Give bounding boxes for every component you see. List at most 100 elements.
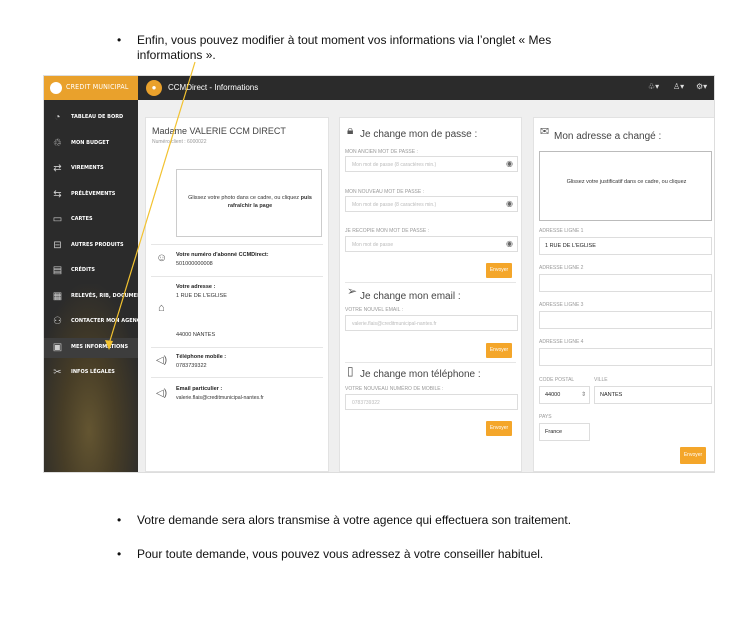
sidebar-item[interactable]: ◔ TABLEAU DE BORD xyxy=(44,108,138,128)
client-number: Numéro client : 6000022 xyxy=(152,139,207,145)
address-line2-label: ADRESSE LIGNE 2 xyxy=(539,265,584,271)
mobile-label: Téléphone mobile : xyxy=(176,354,227,360)
confirm-password-placeholder: Mon mot de passe xyxy=(352,242,394,248)
sidebar-item[interactable]: ✂ INFOS LÉGALES xyxy=(44,363,138,383)
phone-submit-button[interactable]: Envoyer xyxy=(486,421,512,436)
sidebar-item-label: AUTRES PRODUITS xyxy=(71,241,124,248)
postal-code-input[interactable]: 44000 ⇕ xyxy=(539,386,590,404)
sidebar-item[interactable]: ♲ MON BUDGET xyxy=(44,134,138,154)
country-input[interactable]: France xyxy=(539,423,590,441)
page-title: CCMDirect - Informations xyxy=(168,83,259,92)
old-password-input[interactable]: Mon mot de passe (8 caractères min.) ◉ xyxy=(345,156,518,172)
debit-icon: ⇆ xyxy=(53,188,62,200)
sidebar-item[interactable]: ⊟ AUTRES PRODUITS xyxy=(44,236,138,256)
sidebar-item[interactable]: ▣ MES INFORMATIONS xyxy=(44,337,138,358)
address-line2-input[interactable] xyxy=(539,274,712,292)
top-bar: ● CCMDirect - Informations ♧▾ ♙▾ ⚙▾ xyxy=(138,76,714,100)
new-email-placeholder: valerie.flais@creditmunicipal-nantes.fr xyxy=(352,321,437,327)
bullet-dot: • xyxy=(117,513,122,527)
profile-card: Madame VALERIE CCM DIRECT Numéro client … xyxy=(145,117,329,472)
notifications-icon[interactable]: ♧▾ xyxy=(648,82,659,91)
new-phone-input[interactable]: 0783739322 xyxy=(345,394,518,410)
photo-dropzone-bold: puis xyxy=(300,195,312,201)
megaphone-icon: ◁) xyxy=(156,388,168,399)
photo-dropzone[interactable]: Glissez votre photo dans ce cadre, ou cl… xyxy=(176,169,322,237)
confirm-password-input[interactable]: Mon mot de passe ◉ xyxy=(345,236,518,252)
bullet-request-transmitted: • Votre demande sera alors transmise à v… xyxy=(117,513,717,528)
address-city: 44000 NANTES xyxy=(176,332,216,338)
address-card: ✉ Mon adresse a changé : Glissez votre j… xyxy=(533,117,714,472)
address-line4-input[interactable] xyxy=(539,348,712,366)
mobile-value: 0783739322 xyxy=(176,363,207,369)
photo-dropzone-refresh: rafraîchir la page xyxy=(227,203,273,209)
sidebar-item-label: CONTACTER MON AGENCE xyxy=(71,318,138,324)
sidebar-item[interactable]: ▤ CRÉDITS xyxy=(44,261,138,281)
bullet-dot: • xyxy=(117,33,122,47)
bullet-text-line1: Enfin, vous pouvez modifier à tout momen… xyxy=(137,33,552,47)
city-input[interactable]: NANTES xyxy=(594,386,712,404)
bullet-text-line2: informations ». xyxy=(137,48,216,62)
stepper-icon[interactable]: ⇕ xyxy=(581,391,586,398)
bullet-text: Votre demande sera alors transmise à vot… xyxy=(137,513,572,527)
subscriber-label: Votre numéro d'abonné CCMDirect: xyxy=(176,252,269,258)
megaphone-icon: ◁) xyxy=(156,355,168,366)
transfer-icon: ⇄ xyxy=(53,163,62,174)
email-submit-button[interactable]: Envoyer xyxy=(486,343,512,358)
app-screenshot: CREDIT MUNICIPAL ◔ TABLEAU DE BORD ♲ MON BU… xyxy=(43,75,715,473)
document-dropzone-text: Glissez votre justificatif dans ce cadre… xyxy=(566,179,687,185)
address-line1-value: 1 RUE DE L'EGLISE xyxy=(545,243,596,249)
confirm-password-label: JE RECOPIE MON MOT DE PASSE : xyxy=(345,228,429,234)
email-label: Email particulier : xyxy=(176,386,223,392)
address-label: Votre adresse : xyxy=(176,284,216,290)
user-icon[interactable]: ♙▾ xyxy=(673,82,684,91)
settings-icon[interactable]: ⚙▾ xyxy=(696,82,707,91)
sidebar-item-label: INFOS LÉGALES xyxy=(71,369,115,375)
new-password-input[interactable]: Mon mot de passe (8 caractères min.) ◉ xyxy=(345,196,518,212)
bullet-contact-advisor: • Pour toute demande, vous pouvez vous a… xyxy=(117,547,717,562)
sidebar-item[interactable]: ▦ RELEVÉS, RIB, DOCUMENTS xyxy=(44,287,138,307)
address-line1: 1 RUE DE L'EGLISE xyxy=(176,293,227,299)
password-submit-button[interactable]: Envoyer xyxy=(486,263,512,278)
lock-icon: 🔒︎ xyxy=(347,123,354,137)
bullet-text: Pour toute demande, vous pouvez vous adr… xyxy=(137,547,544,561)
sidebar-item[interactable]: ▭ CARTES xyxy=(44,210,138,230)
email-change-title: Je change mon email : xyxy=(360,291,461,302)
photo-dropzone-text: Glissez votre photo dans ce cadre, ou cl… xyxy=(188,195,300,201)
home-icon: ⌂ xyxy=(158,302,165,314)
brand-bar[interactable]: CREDIT MUNICIPAL xyxy=(44,76,138,100)
info-icon: ▣ xyxy=(52,341,63,353)
address-change-title: Mon adresse a changé : xyxy=(554,131,662,142)
app-logo-icon: ● xyxy=(146,80,162,96)
address-submit-button[interactable]: Envoyer xyxy=(680,447,706,464)
contact-icon: ⚇ xyxy=(53,316,62,327)
email-value: valerie.flais@creditmunicipal-nantes.fr xyxy=(176,395,264,401)
phone-icon: ▯ xyxy=(347,364,354,378)
sidebar-item-label: MES INFORMATIONS xyxy=(71,343,129,350)
eye-icon[interactable]: ◉ xyxy=(506,159,513,168)
old-password-label: MON ANCIEN MOT DE PASSE : xyxy=(345,149,418,155)
budget-icon: ♲ xyxy=(53,137,62,149)
eye-icon[interactable]: ◉ xyxy=(506,199,513,208)
address-line3-input[interactable] xyxy=(539,311,712,329)
new-email-label: VOTRE NOUVEL EMAIL : xyxy=(345,307,403,313)
address-line1-input[interactable]: 1 RUE DE L'EGLISE xyxy=(539,237,712,255)
country-label: PAYS xyxy=(539,414,552,420)
credits-icon: ▤ xyxy=(52,265,63,276)
sidebar-item-label: CRÉDITS xyxy=(71,267,95,273)
sidebar-item[interactable]: ⚇ CONTACTER MON AGENCE xyxy=(44,312,138,332)
credentials-card: 🔒︎ Je change mon de passe : MON ANCIEN M… xyxy=(339,117,522,472)
products-icon: ⊟ xyxy=(53,239,62,251)
profile-name: Madame VALERIE CCM DIRECT xyxy=(152,126,286,136)
sidebar-item-label: PRÉLÈVEMENTS xyxy=(71,190,116,197)
brand-name: CREDIT MUNICIPAL xyxy=(66,83,129,91)
sidebar-item[interactable]: ⇆ PRÉLÈVEMENTS xyxy=(44,185,138,205)
bullet-dot: • xyxy=(117,547,122,561)
city-value: NANTES xyxy=(600,392,623,398)
document-dropzone[interactable]: Glissez votre justificatif dans ce cadre… xyxy=(539,151,712,221)
country-value: France xyxy=(545,429,563,435)
sidebar-item[interactable]: ⇄ VIREMENTS xyxy=(44,159,138,179)
send-icon: ➢ xyxy=(347,284,358,298)
new-email-input[interactable]: valerie.flais@creditmunicipal-nantes.fr xyxy=(345,315,518,331)
address-line1-label: ADRESSE LIGNE 1 xyxy=(539,228,584,234)
eye-icon[interactable]: ◉ xyxy=(506,239,513,248)
